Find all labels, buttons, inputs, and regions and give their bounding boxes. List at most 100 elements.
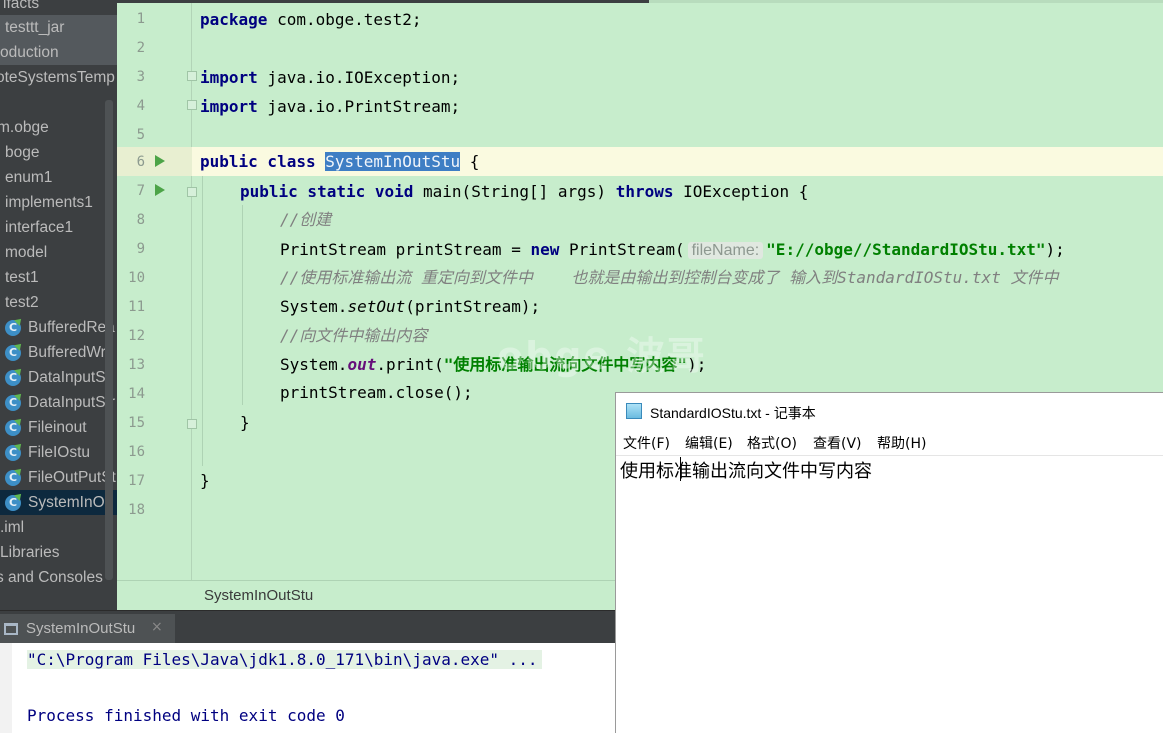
class-icon [5, 470, 21, 486]
line-number: 16 [128, 444, 145, 460]
line-number: 5 [136, 127, 145, 143]
line-number: 1 [136, 11, 145, 27]
tree-item-fileoutputstream[interactable]: FileOutPutSt [0, 465, 117, 490]
package-name: com.obge.test2; [267, 10, 422, 29]
fold-marker-icon[interactable] [187, 100, 197, 110]
tree-item-systeminoutstu[interactable]: SystemInOu [0, 490, 117, 515]
tree-item-external-libraries[interactable]: Libraries [0, 540, 117, 565]
tree-item-artifacts[interactable]: ifacts [0, 0, 117, 16]
tree-item-enum1[interactable]: enum1 [0, 165, 117, 190]
console-gutter [0, 643, 12, 733]
code-line-1: package com.obge.test2; [200, 5, 422, 34]
run-tab-label: SystemInOutStu [26, 620, 136, 637]
text-caret [680, 457, 681, 481]
notepad-titlebar[interactable]: StandardIOStu.txt - 记事本 [616, 393, 1163, 429]
tree-item-label: ifacts [3, 0, 40, 12]
tree-item-com-obge[interactable]: m.obge [0, 115, 117, 140]
tree-item-label: oduction [0, 44, 59, 61]
line-number: 2 [136, 40, 145, 56]
notepad-text-area[interactable]: 使用标准输出流向文件中写内容 [620, 457, 872, 483]
tree-item-scratches-consoles[interactable]: s and Consoles [0, 565, 117, 590]
tree-item-bufferedreader[interactable]: BufferedRea [0, 315, 117, 340]
run-class-icon[interactable] [155, 155, 165, 167]
close-icon[interactable]: × [151, 619, 163, 635]
import-path: java.io.PrintStream; [257, 97, 461, 116]
menu-help[interactable]: 帮助(H) [877, 433, 926, 453]
breadcrumb-item[interactable]: SystemInOutStu [204, 587, 313, 604]
notepad-window[interactable]: StandardIOStu.txt - 记事本 文件(F) 编辑(E) 格式(O… [615, 392, 1163, 733]
run-tab[interactable]: SystemInOutStu × [0, 614, 175, 644]
run-tool-window-header: SystemInOutStu × [0, 610, 616, 644]
class-icon [5, 345, 21, 361]
class-ref: System. [280, 297, 348, 316]
line-number: 9 [136, 241, 145, 257]
exception-type: IOException { [673, 182, 809, 201]
tree-item-datainputstream[interactable]: DataInputSt [0, 365, 117, 390]
class-ref: System. [280, 355, 348, 374]
tree-item-datainputstr[interactable]: DataInputStr [0, 390, 117, 415]
code-line-9: PrintStream printStream = new PrintStrea… [280, 235, 1065, 264]
tree-item-bufferedwriter[interactable]: BufferedWri [0, 340, 117, 365]
line-number: 4 [136, 98, 145, 114]
keyword: new [530, 240, 560, 259]
menu-view[interactable]: 查看(V) [813, 433, 862, 453]
parameter-hint: fileName: [687, 242, 764, 259]
tree-item-label: BufferedWri [28, 344, 110, 361]
watermark: obge 波哥 [497, 334, 707, 378]
sidebar-scrollbar[interactable] [105, 100, 113, 580]
tree-item-label: FileIOstu [28, 444, 91, 461]
line-number: 12 [128, 328, 145, 344]
fold-marker-icon[interactable] [187, 71, 197, 81]
editor-gutter: 1 2 3 4 5 6 7 8 9 10 11 12 13 14 15 16 1… [117, 3, 197, 580]
code-line-11: System.setOut(printStream); [280, 292, 540, 321]
line-number: 10 [128, 270, 145, 286]
menu-file[interactable]: 文件(F) [623, 433, 670, 453]
tree-item-label: m.obge [0, 119, 49, 136]
fold-marker-icon[interactable] [187, 187, 197, 197]
tree-item-test1[interactable]: test1 [0, 265, 117, 290]
run-console[interactable]: "C:\Program Files\Java\jdk1.8.0_171\bin\… [0, 643, 616, 733]
class-icon [5, 320, 21, 336]
notepad-menubar: 文件(F) 编辑(E) 格式(O) 查看(V) 帮助(H) [616, 430, 1163, 456]
tree-item-production[interactable]: oduction [0, 40, 117, 65]
code-line-6: public class SystemInOutStu { [200, 147, 479, 176]
tree-item-remote-systems[interactable]: oteSystemsTemp [0, 65, 117, 90]
console-icon [4, 623, 18, 635]
tree-item-boge[interactable]: boge [0, 140, 117, 165]
notepad-icon [626, 403, 642, 419]
tree-item-test2[interactable]: test2 [0, 290, 117, 315]
tree-item-label: SystemInOu [28, 494, 114, 511]
line-number: 3 [136, 69, 145, 85]
fold-marker-icon[interactable] [187, 419, 197, 429]
code-line-14: printStream.close(); [280, 383, 473, 402]
tree-item-label: DataInputSt [28, 369, 110, 386]
tree-item-fileiostu[interactable]: FileIOstu [0, 440, 117, 465]
indent-guide [242, 205, 243, 405]
class-icon [5, 395, 21, 411]
declaration: PrintStream printStream = [280, 240, 531, 259]
string-literal: "E://obge//StandardIOStu.txt" [766, 240, 1046, 259]
run-main-icon[interactable] [155, 184, 165, 196]
menu-format[interactable]: 格式(O) [747, 433, 797, 453]
static-field: out [347, 355, 377, 374]
tree-item-testtt-jar[interactable]: testtt_jar [0, 15, 117, 40]
line-number: 6 [136, 154, 145, 170]
line-number: 14 [128, 386, 145, 402]
tree-item-label: interface1 [5, 219, 74, 236]
tree-item-fileinout[interactable]: Fileinout [0, 415, 117, 440]
tree-item-label: test1 [5, 269, 39, 286]
line-number: 7 [136, 183, 145, 199]
brace: { [460, 152, 480, 171]
editor-tab-strip [117, 0, 1163, 3]
line-number: 17 [128, 473, 145, 489]
tree-item-model[interactable]: model [0, 240, 117, 265]
tree-item-label: boge [5, 144, 40, 161]
tree-item-interface1[interactable]: interface1 [0, 215, 117, 240]
tree-item-iml[interactable]: .iml [0, 515, 117, 540]
menu-edit[interactable]: 编辑(E) [685, 433, 733, 453]
notepad-title: StandardIOStu.txt - 记事本 [650, 405, 816, 421]
keyword: import [200, 97, 258, 116]
keyword: public class [200, 152, 316, 171]
tree-item-implements1[interactable]: implements1 [0, 190, 117, 215]
class-icon [5, 370, 21, 386]
